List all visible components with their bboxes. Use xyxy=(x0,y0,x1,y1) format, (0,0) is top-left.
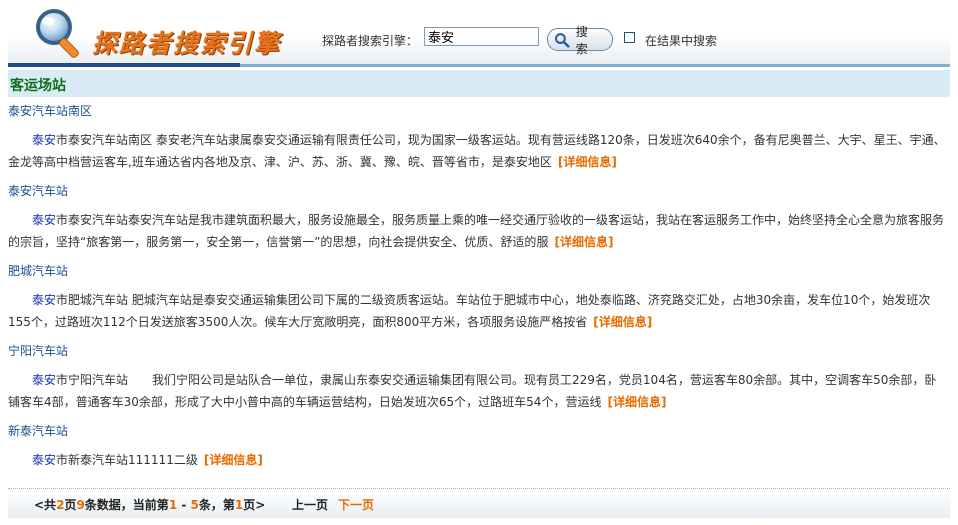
result-title-link[interactable]: 新泰汽车站 xyxy=(8,422,950,440)
keyword-highlight: 泰安 xyxy=(32,293,57,307)
search-within-checkbox[interactable] xyxy=(624,32,635,43)
section-title: 客运场站 xyxy=(10,78,66,94)
result-description: 泰安市泰安汽车站泰安汽车站是我市建筑面积最大，服务设施最全，服务质量上乘的唯一经… xyxy=(8,209,948,253)
details-link[interactable]: [详细信息] xyxy=(204,453,263,467)
result-description: 泰安市宁阳汽车站 我们宁阳公司是站队合一单位，隶属山东泰安交通运输集团有限公司。… xyxy=(8,369,948,413)
magnifier-icon xyxy=(554,32,570,48)
result-title-link[interactable]: 泰安汽车站南区 xyxy=(8,102,950,120)
result-text: 市新泰汽车站111111二级 xyxy=(56,453,198,467)
pager-text: 条数据，当前第 xyxy=(84,498,169,512)
result-description: 泰安市新泰汽车站111111二级 [详细信息] xyxy=(8,449,948,471)
keyword-highlight: 泰安 xyxy=(32,373,57,387)
header-divider-dark xyxy=(8,63,240,67)
result-text: 市肥城汽车站 肥城汽车站是泰安交通运输集团公司下属的二级资质客运站。车站位于肥城… xyxy=(8,293,931,329)
results-list: 泰安汽车站南区 泰安市泰安汽车站南区 泰安老汽车站隶属泰安交通运输有限责任公司，… xyxy=(8,102,950,480)
result-text: 市泰安汽车站泰安汽车站是我市建筑面积最大，服务设施最全，服务质量上乘的唯一经交通… xyxy=(8,213,945,249)
logo-text: 探路者搜索引擎 xyxy=(92,29,282,58)
search-button-label: 搜 索 xyxy=(575,24,591,56)
details-link[interactable]: [详细信息] xyxy=(593,315,652,329)
section-header: 客运场站 xyxy=(8,70,950,97)
header-divider-light xyxy=(240,64,950,67)
search-label: 探路者搜索引擎： xyxy=(322,34,419,48)
current-page: 1 xyxy=(234,498,244,512)
pager-text: 页> xyxy=(243,498,266,512)
result-text: 市泰安汽车站南区 泰安老汽车站隶属泰安交通运输有限责任公司，现为国家一级客运站。… xyxy=(8,133,946,169)
list-item: 宁阳汽车站 泰安市宁阳汽车站 我们宁阳公司是站队合一单位，隶属山东泰安交通运输集… xyxy=(8,342,950,413)
prev-page-link[interactable]: 上一页 xyxy=(292,496,328,513)
list-item: 新泰汽车站 泰安市新泰汽车站111111二级 [详细信息] xyxy=(8,422,950,471)
range-start: 1 xyxy=(168,498,178,512)
result-description: 泰安市泰安汽车站南区 泰安老汽车站隶属泰安交通运输有限责任公司，现为国家一级客运… xyxy=(8,129,948,173)
pager-summary: <共2页9条数据，当前第1 - 5条，第1页> xyxy=(34,496,265,513)
keyword-highlight: 泰安 xyxy=(32,133,57,147)
total-records: 9 xyxy=(76,498,85,512)
header: 探路者搜索引擎 探路者搜索引擎： 搜 索 在结果中搜索 xyxy=(0,0,958,70)
search-input[interactable] xyxy=(424,27,539,46)
result-title-link[interactable]: 泰安汽车站 xyxy=(8,182,950,200)
result-title-link[interactable]: 宁阳汽车站 xyxy=(8,342,950,360)
pager-text: 条，第 xyxy=(198,498,235,512)
details-link[interactable]: [详细信息] xyxy=(554,235,613,249)
search-button[interactable]: 搜 索 xyxy=(547,25,613,56)
range-end: 5 xyxy=(190,498,199,512)
magnifier-icon xyxy=(36,9,79,58)
list-item: 泰安汽车站南区 泰安市泰安汽车站南区 泰安老汽车站隶属泰安交通运输有限责任公司，… xyxy=(8,102,950,173)
pager-text: - xyxy=(177,498,191,512)
pager-text: <共 xyxy=(34,498,57,512)
list-item: 肥城汽车站 泰安市肥城汽车站 肥城汽车站是泰安交通运输集团公司下属的二级资质客运… xyxy=(8,262,950,333)
pager: <共2页9条数据，当前第1 - 5条，第1页> 上一页 下一页 xyxy=(8,490,950,518)
list-item: 泰安汽车站 泰安市泰安汽车站泰安汽车站是我市建筑面积最大，服务设施最全，服务质量… xyxy=(8,182,950,253)
next-page-link[interactable]: 下一页 xyxy=(338,496,374,513)
details-link[interactable]: [详细信息] xyxy=(558,155,617,169)
keyword-highlight: 泰安 xyxy=(32,213,57,227)
result-description: 泰安市肥城汽车站 肥城汽车站是泰安交通运输集团公司下属的二级资质客运站。车站位于… xyxy=(8,289,948,333)
details-link[interactable]: [详细信息] xyxy=(607,395,666,409)
search-within-label: 在结果中搜索 xyxy=(645,34,718,48)
result-text: 市宁阳汽车站 我们宁阳公司是站队合一单位，隶属山东泰安交通运输集团有限公司。现有… xyxy=(8,373,937,409)
keyword-highlight: 泰安 xyxy=(32,453,57,467)
pager-text: 页 xyxy=(64,498,77,512)
footer-divider xyxy=(8,488,950,489)
result-title-link[interactable]: 肥城汽车站 xyxy=(8,262,950,280)
